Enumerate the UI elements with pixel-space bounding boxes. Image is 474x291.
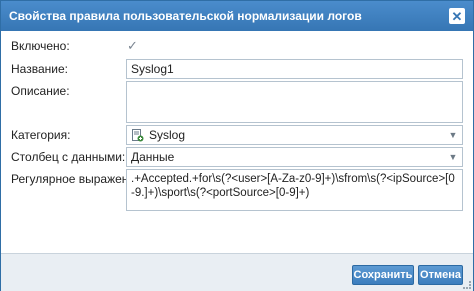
- dialog-titlebar[interactable]: Свойства правила пользовательской нормал…: [1, 1, 473, 31]
- data-column-label: Столбец с данными:: [11, 150, 126, 164]
- save-button[interactable]: Сохранить: [352, 265, 414, 285]
- enabled-label: Включено:: [11, 39, 70, 53]
- data-column-field-wrap: Данные ▼: [126, 147, 463, 167]
- description-row: Описание:: [11, 81, 463, 123]
- data-column-value: Данные: [131, 150, 175, 164]
- enabled-row: Включено: ✓: [11, 37, 463, 54]
- dialog-title: Свойства правила пользовательской нормал…: [9, 9, 362, 23]
- name-row: Название: Syslog1: [11, 59, 463, 79]
- properties-dialog: Свойства правила пользовательской нормал…: [0, 0, 474, 291]
- name-field-wrap: Syslog1: [126, 59, 463, 79]
- name-input[interactable]: Syslog1: [126, 59, 463, 79]
- dialog-body: Включено: ✓ Название: Syslog1 Описание: …: [1, 31, 473, 253]
- name-label: Название:: [11, 62, 68, 76]
- enabled-checkbox[interactable]: ✓: [126, 37, 139, 53]
- chevron-down-icon[interactable]: ▼: [444, 148, 462, 166]
- checkmark-icon: ✓: [127, 37, 138, 53]
- description-field-wrap: [126, 81, 463, 123]
- category-row: Категория: Syslog ▼: [11, 125, 463, 145]
- category-label: Категория:: [11, 128, 71, 142]
- close-icon[interactable]: ✕: [449, 8, 465, 24]
- data-column-select[interactable]: Данные ▼: [126, 147, 463, 167]
- resize-handle[interactable]: [463, 281, 471, 289]
- chevron-down-icon[interactable]: ▼: [444, 126, 462, 144]
- category-value: Syslog: [131, 128, 444, 142]
- category-doc-icon: [132, 128, 144, 141]
- description-label: Описание:: [11, 84, 70, 98]
- data-column-row: Столбец с данными: Данные ▼: [11, 147, 463, 167]
- regex-label: Регулярное выражение:: [11, 172, 146, 186]
- category-value-text: Syslog: [149, 128, 186, 142]
- category-select[interactable]: Syslog ▼: [126, 125, 463, 145]
- cancel-button[interactable]: Отмена: [418, 265, 463, 285]
- regex-field-wrap: .+Accepted.+for\s(?<user>[A-Za-z0-9]+)\s…: [126, 169, 463, 211]
- regex-textarea[interactable]: .+Accepted.+for\s(?<user>[A-Za-z0-9]+)\s…: [126, 169, 463, 211]
- enabled-field: ✓: [126, 37, 463, 53]
- dialog-footer: Сохранить Отмена: [1, 253, 473, 291]
- description-textarea[interactable]: [126, 81, 463, 123]
- category-field-wrap: Syslog ▼: [126, 125, 463, 145]
- regex-row: Регулярное выражение: .+Accepted.+for\s(…: [11, 169, 463, 211]
